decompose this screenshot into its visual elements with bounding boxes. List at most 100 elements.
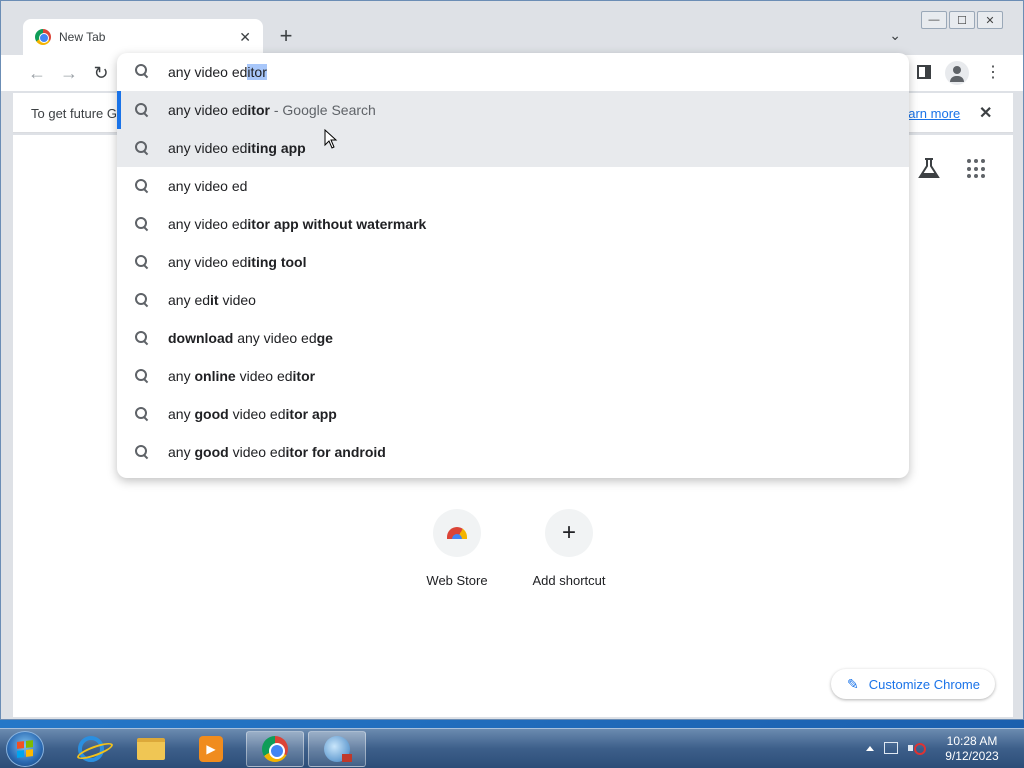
suggestion-text-part: itor for android (285, 444, 386, 460)
search-icon (135, 445, 149, 464)
chrome-menu-icon[interactable]: ⋮ (985, 63, 1001, 83)
search-icon (135, 103, 149, 122)
suggestion-item[interactable]: any video ed (117, 167, 909, 205)
taskbar-internet-explorer[interactable] (62, 731, 120, 767)
minimize-button[interactable]: — (921, 11, 947, 29)
suggestion-item[interactable]: any good video editor for android (117, 433, 909, 471)
suggestion-text-part: video ed (228, 444, 286, 460)
clock[interactable]: 10:28 AM 9/12/2023 (940, 734, 1004, 764)
suggestion-suffix: - Google Search (269, 102, 376, 118)
suggestion-text-part: itor app (285, 406, 337, 422)
suggestion-item[interactable]: any video editor - Google Search (117, 91, 909, 129)
tab-search-chevron-icon[interactable]: ⌄ (889, 27, 901, 44)
suggestion-item[interactable]: any video editing tool (117, 243, 909, 281)
show-hidden-icons-arrow-icon[interactable] (866, 745, 874, 751)
suggestion-text: any video editing tool (168, 254, 307, 270)
suggestion-text-part: itor (292, 368, 316, 384)
app-icon (324, 736, 352, 762)
reload-icon[interactable]: ↻ (89, 61, 113, 85)
add-shortcut-tile: + (545, 509, 593, 557)
suggestion-text: any video editor app without watermark (168, 216, 426, 232)
suggestion-text: any video ed (168, 178, 247, 194)
chrome-labs-flask-icon[interactable] (917, 157, 941, 179)
suggestion-item[interactable]: download any video edge (117, 319, 909, 357)
suggestion-item[interactable]: any video editing app (117, 129, 909, 167)
taskbar-file-explorer[interactable] (122, 731, 180, 767)
profile-avatar-icon[interactable] (945, 61, 969, 85)
tab-strip: New Tab ✕ + ⌄ — ☐ ✕ (1, 1, 1023, 55)
back-arrow-icon[interactable]: ← (25, 61, 49, 85)
suggestion-text-part: it (210, 292, 219, 308)
web-store-tile (433, 509, 481, 557)
media-player-icon: ▶ (199, 736, 223, 762)
suggestion-text-part: video ed (235, 368, 293, 384)
suggestion-text-part: itor (247, 102, 270, 118)
volume-muted-icon[interactable] (908, 741, 926, 755)
suggestion-text-part: any (168, 368, 195, 384)
suggestion-text: any edit video (168, 292, 256, 308)
suggestion-text-part: video (218, 292, 256, 308)
customize-chrome-label: Customize Chrome (868, 676, 980, 692)
suggestion-text: any good video editor for android (168, 444, 386, 460)
suggestion-item[interactable]: any video editor app without watermark (117, 205, 909, 243)
start-button[interactable] (6, 731, 44, 767)
taskbar-chrome[interactable] (246, 731, 304, 767)
address-bar-input[interactable]: any video editor (117, 53, 909, 91)
chrome-icon (262, 736, 288, 762)
suggestion-text-part: video ed (228, 406, 286, 422)
taskbar-media-player[interactable]: ▶ (182, 731, 240, 767)
mouse-cursor-icon (324, 129, 338, 149)
clock-date: 9/12/2023 (945, 749, 999, 763)
omnibox-dropdown: any video editor any video editor - Goog… (117, 53, 909, 478)
suggestion-text-part: any video ed (168, 140, 248, 156)
address-bar-text: any video editor (168, 64, 267, 80)
suggestion-text-part: iting tool (247, 254, 307, 270)
plus-icon: + (561, 519, 576, 546)
suggestion-list: any video editor - Google Search any vide… (117, 91, 909, 471)
suggestion-text: download any video edge (168, 330, 333, 346)
side-panel-icon[interactable] (917, 65, 931, 79)
suggestion-item[interactable]: any good video editor app (117, 395, 909, 433)
tab-close-icon[interactable]: ✕ (239, 29, 251, 46)
suggestion-text-part: any (168, 406, 195, 422)
search-icon (135, 64, 149, 83)
suggestion-text-part: download (168, 330, 234, 346)
suggestion-text-part: ge (316, 330, 333, 346)
search-icon (135, 255, 149, 274)
suggestion-text: any good video editor app (168, 406, 337, 422)
close-window-button[interactable]: ✕ (977, 11, 1003, 29)
taskbar-app[interactable] (308, 731, 366, 767)
autocomplete-selection: itor (247, 64, 267, 80)
shortcut-add[interactable]: + Add shortcut (519, 509, 619, 588)
shortcut-web-store[interactable]: Web Store (407, 509, 507, 588)
suggestion-text-part: any video ed (168, 178, 248, 194)
maximize-button[interactable]: ☐ (949, 11, 975, 29)
search-icon (135, 331, 149, 350)
tab-title: New Tab (59, 30, 106, 44)
suggestion-text-part: any video ed (168, 216, 248, 232)
customize-chrome-button[interactable]: ✎ Customize Chrome (831, 669, 995, 699)
tab-new-tab[interactable]: New Tab ✕ (23, 19, 263, 55)
network-icon[interactable] (884, 742, 898, 754)
suggestion-item[interactable]: any online video editor (117, 357, 909, 395)
chrome-favicon-icon (35, 29, 51, 45)
search-icon (135, 293, 149, 312)
system-tray (866, 741, 926, 755)
new-tab-button[interactable]: + (275, 23, 297, 48)
search-icon (135, 141, 149, 160)
suggestion-text: any video editor - Google Search (168, 102, 376, 118)
internet-explorer-icon (78, 736, 104, 762)
window-controls: — ☐ ✕ (921, 11, 1003, 29)
search-icon (135, 407, 149, 426)
shortcut-label: Web Store (426, 573, 488, 588)
suggestion-text-part: any video ed (233, 330, 317, 346)
clock-time: 10:28 AM (946, 734, 998, 748)
learn-more-link[interactable]: earn more (901, 106, 960, 121)
google-apps-grid-icon[interactable] (967, 159, 987, 179)
suggestion-item[interactable]: any edit video (117, 281, 909, 319)
suggestion-text-part: good (194, 406, 229, 422)
suggestion-text: any online video editor (168, 368, 315, 384)
forward-arrow-icon[interactable]: → (57, 61, 81, 85)
info-bar-close-icon[interactable]: ✕ (979, 103, 992, 123)
suggestion-text: any video editing app (168, 140, 306, 156)
